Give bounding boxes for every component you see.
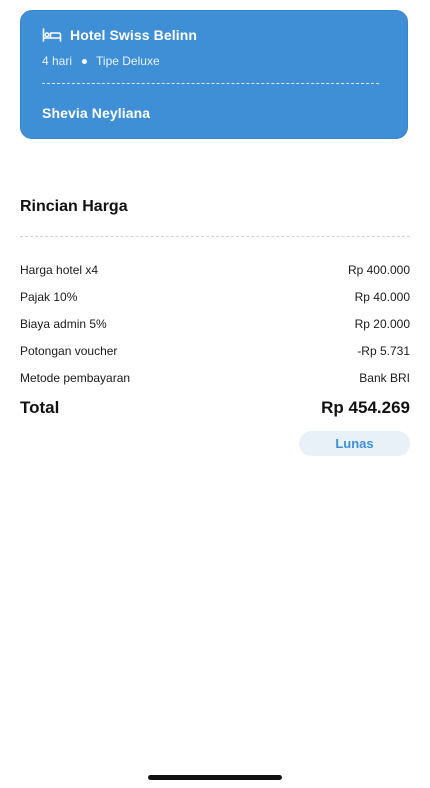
section-divider	[20, 236, 410, 237]
stay-duration: 4 hari	[42, 54, 73, 68]
total-row: Total Rp 454.269	[20, 398, 410, 418]
hotel-row: Hotel Swiss Belinn	[42, 27, 197, 43]
price-rows: Harga hotel x4 Rp 400.000 Pajak 10% Rp 4…	[20, 256, 410, 391]
price-row-payment-method: Metode pembayaran Bank BRI	[20, 364, 410, 391]
total-label: Total	[20, 398, 60, 417]
row-label: Metode pembayaran	[20, 370, 131, 385]
price-row-hotel: Harga hotel x4 Rp 400.000	[20, 256, 410, 283]
row-value: Rp 40.000	[354, 289, 410, 304]
separator-dot	[82, 58, 88, 64]
home-indicator[interactable]	[148, 775, 282, 780]
row-label: Potongan voucher	[20, 343, 118, 358]
booking-card[interactable]: Hotel Swiss Belinn 4 hari Tipe Deluxe Sh…	[20, 10, 408, 139]
row-label: Biaya admin 5%	[20, 316, 107, 331]
price-row-admin-fee: Biaya admin 5% Rp 20.000	[20, 310, 410, 337]
bed-icon	[42, 28, 62, 42]
row-value: Bank BRI	[359, 370, 410, 385]
payment-status-badge: Lunas	[299, 431, 410, 456]
price-details-title: Rincian Harga	[20, 198, 128, 215]
row-value: Rp 20.000	[354, 316, 410, 331]
price-row-tax: Pajak 10% Rp 40.000	[20, 283, 410, 310]
hotel-name: Hotel Swiss Belinn	[70, 27, 198, 43]
room-type: Tipe Deluxe	[96, 54, 160, 68]
booking-meta: 4 hari Tipe Deluxe	[42, 54, 160, 68]
total-value: Rp 454.269	[321, 398, 410, 417]
row-label: Harga hotel x4	[20, 262, 99, 277]
price-row-voucher: Potongan voucher -Rp 5.731	[20, 337, 410, 364]
row-label: Pajak 10%	[20, 289, 78, 304]
row-value: Rp 400.000	[347, 262, 410, 277]
guest-name: Shevia Neyliana	[42, 105, 151, 121]
row-value: -Rp 5.731	[357, 343, 410, 358]
card-divider	[42, 83, 379, 84]
